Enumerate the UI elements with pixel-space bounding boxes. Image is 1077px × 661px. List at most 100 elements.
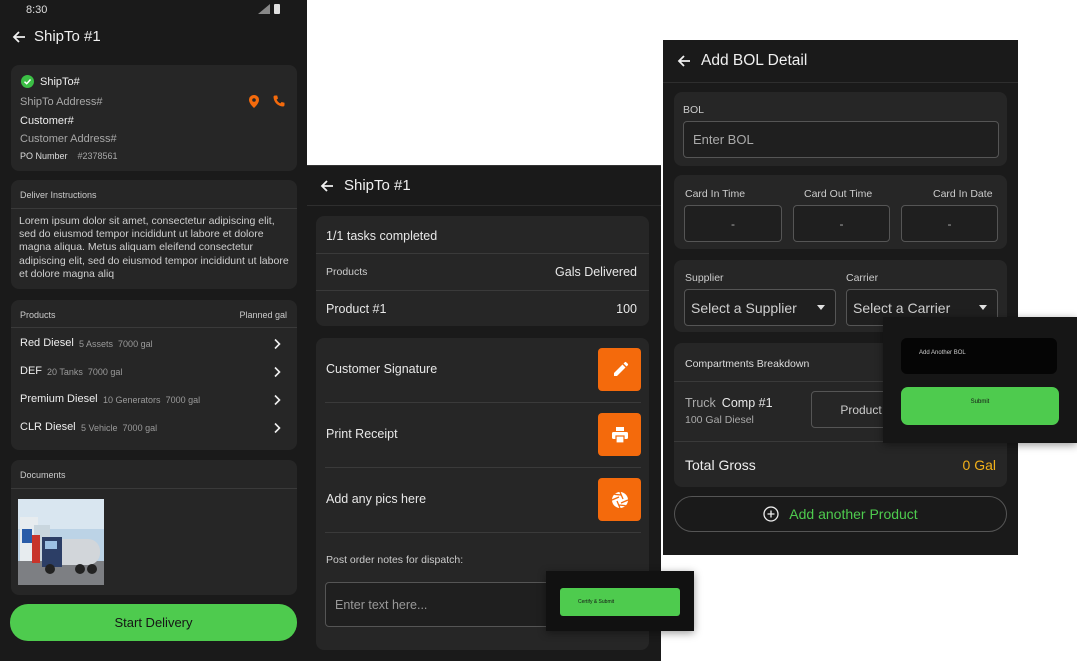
- phone-icon[interactable]: [273, 95, 285, 107]
- product-row[interactable]: Red Diesel 5 Assets 7000 gal: [11, 333, 297, 355]
- chevron-right-icon: [274, 394, 281, 406]
- status-time: 8:30: [26, 4, 48, 16]
- carrier-label: Carrier: [846, 272, 879, 284]
- product-gal: 7000 gal: [122, 423, 158, 433]
- document-thumbnail[interactable]: [18, 499, 104, 585]
- signal-icon: [258, 4, 270, 14]
- tasks-card: 1/1 tasks completed Products Gals Delive…: [316, 216, 649, 326]
- chevron-right-icon: [274, 338, 281, 350]
- compartments-header: Compartments Breakdown: [685, 358, 810, 370]
- page-title: Add BOL Detail: [701, 52, 808, 69]
- card-out-time-input[interactable]: -: [793, 205, 890, 242]
- shipto-label: ShipTo#: [40, 75, 80, 88]
- card-in-date-input[interactable]: -: [901, 205, 998, 242]
- product-gals: 100: [616, 302, 637, 316]
- screen-header: ShipTo #1: [12, 28, 101, 45]
- gals-delivered-header: Gals Delivered: [555, 265, 637, 279]
- certify-popup: Certify & Submit: [546, 571, 694, 631]
- product-name: Premium Diesel: [20, 393, 98, 405]
- product-row[interactable]: Premium Diesel 10 Generators 7000 gal: [11, 389, 297, 411]
- tasks-completed: 1/1 tasks completed: [326, 229, 438, 243]
- certify-submit-button[interactable]: Certify & Submit: [560, 588, 680, 616]
- planned-gal-header: Planned gal: [239, 310, 287, 320]
- total-gross-label: Total Gross: [685, 457, 756, 473]
- check-circle-icon: [21, 75, 34, 88]
- status-icons: [258, 4, 280, 14]
- page-title: ShipTo #1: [34, 28, 101, 45]
- bol-input[interactable]: Enter BOL: [683, 121, 999, 158]
- card-in-time-input[interactable]: -: [684, 205, 782, 242]
- submit-button[interactable]: Submit: [901, 387, 1059, 425]
- screen-header: Add BOL Detail: [677, 52, 807, 70]
- shipto-card: ShipTo# ShipTo Address# Customer# Custom…: [11, 65, 297, 171]
- supplier-dropdown[interactable]: Select a Supplier: [684, 289, 836, 326]
- print-button[interactable]: [598, 413, 641, 456]
- card-in-date-label: Card In Date: [933, 188, 993, 200]
- documents-card: Documents: [11, 460, 297, 595]
- total-gross-value: 0 Gal: [962, 457, 996, 473]
- instructions-card: Deliver Instructions Lorem ipsum dolor s…: [11, 180, 297, 289]
- card-times-card: Card In Time Card Out Time Card In Date …: [674, 175, 1007, 249]
- chevron-right-icon: [274, 366, 281, 378]
- location-pin-icon[interactable]: [249, 95, 259, 108]
- product-assets: 5 Assets: [79, 339, 114, 349]
- bol-placeholder: Enter BOL: [693, 132, 754, 147]
- product-gal: 7000 gal: [118, 339, 153, 349]
- product-name: Red Diesel: [20, 337, 74, 349]
- bol-card: BOL Enter BOL: [674, 92, 1007, 166]
- product-assets: 10 Generators: [103, 395, 161, 405]
- po-number-label: PO Number: [20, 151, 68, 161]
- product-name: Product #1: [326, 302, 387, 316]
- action-label: Add any pics here: [326, 492, 427, 506]
- documents-header: Documents: [20, 470, 66, 480]
- camera-button[interactable]: [598, 478, 641, 521]
- bol-label: BOL: [683, 104, 705, 116]
- action-row[interactable]: Print Receipt: [316, 403, 649, 467]
- submit-popup: Add Another BOL Submit: [883, 317, 1077, 443]
- caret-down-icon: [979, 305, 987, 310]
- battery-icon: [274, 4, 280, 14]
- card-in-time-label: Card In Time: [685, 188, 746, 200]
- notes-label: Post order notes for dispatch:: [326, 554, 464, 566]
- start-delivery-button[interactable]: Start Delivery: [10, 604, 297, 641]
- customer-address: Customer Address#: [20, 133, 117, 145]
- pencil-icon: [613, 361, 628, 376]
- product-assets: 5 Vehicle: [81, 423, 118, 433]
- notes-placeholder: Enter text here...: [335, 597, 428, 612]
- product-gal: 7000 gal: [165, 395, 201, 405]
- plus-circle-icon: [763, 506, 779, 522]
- caret-down-icon: [817, 305, 825, 310]
- product-name: CLR Diesel: [20, 421, 76, 433]
- products-header: Products: [326, 266, 368, 278]
- action-row[interactable]: Add any pics here: [316, 468, 649, 532]
- truck-label: Truck: [685, 396, 716, 410]
- product-assets: 20 Tanks: [47, 367, 83, 377]
- product-meta: 10 Generators 7000 gal: [103, 395, 200, 405]
- comp-label: Comp #1: [721, 396, 773, 410]
- supplier-label: Supplier: [685, 272, 724, 284]
- back-arrow-icon[interactable]: [12, 30, 26, 44]
- back-arrow-icon[interactable]: [677, 54, 691, 68]
- instructions-text: Lorem ipsum dolor sit amet, consectetur …: [19, 215, 289, 280]
- product-row[interactable]: CLR Diesel 5 Vehicle 7000 gal: [11, 417, 297, 439]
- action-row[interactable]: Customer Signature: [316, 338, 649, 402]
- product-meta: 5 Assets 7000 gal: [79, 339, 153, 349]
- screen-header: ShipTo #1: [320, 177, 411, 194]
- product-gal: 7000 gal: [87, 367, 123, 377]
- add-product-button[interactable]: Add another Product: [674, 496, 1007, 532]
- signature-button[interactable]: [598, 348, 641, 391]
- shipto-address: ShipTo Address#: [20, 96, 103, 108]
- back-arrow-icon[interactable]: [320, 179, 334, 193]
- product-name: DEF: [20, 365, 42, 377]
- comp-detail: 100 Gal Diesel: [685, 414, 754, 426]
- card-out-time-label: Card Out Time: [804, 188, 873, 200]
- action-label: Customer Signature: [326, 362, 438, 376]
- camera-shutter-icon: [611, 491, 628, 508]
- page-title: ShipTo #1: [344, 177, 411, 194]
- product-row[interactable]: DEF 20 Tanks 7000 gal: [11, 361, 297, 383]
- add-another-bol-button[interactable]: Add Another BOL: [901, 338, 1057, 374]
- products-card: Products Planned gal Red Diesel 5 Assets …: [11, 300, 297, 450]
- printer-icon: [611, 426, 628, 444]
- shipto-screen-main: 8:30 ShipTo #1 ShipTo# ShipTo Address# C…: [0, 0, 307, 661]
- product-meta: 20 Tanks 7000 gal: [47, 367, 122, 377]
